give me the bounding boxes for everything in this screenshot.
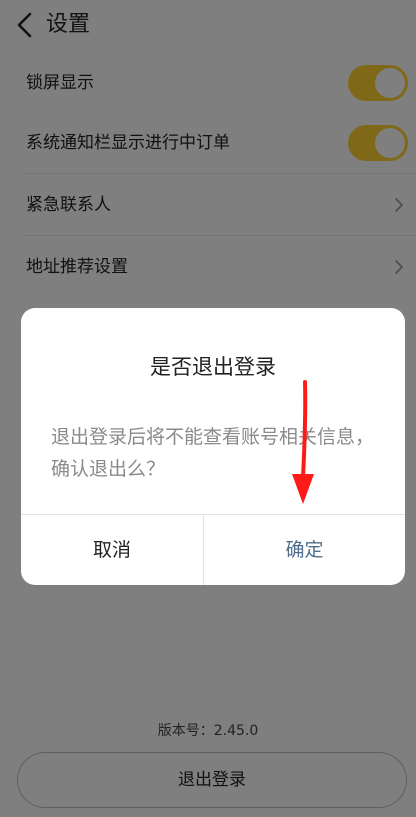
confirm-button[interactable]: 确定: [204, 515, 405, 585]
dialog-message: 退出登录后将不能查看账号相关信息，确认退出么？: [51, 426, 375, 480]
logout-confirm-dialog: 是否退出登录 退出登录后将不能查看账号相关信息，确认退出么？ 取消 确定: [21, 308, 405, 585]
annotation-arrow-icon: [292, 380, 314, 504]
dialog-title: 是否退出登录: [150, 355, 276, 379]
cancel-button[interactable]: 取消: [21, 515, 203, 585]
